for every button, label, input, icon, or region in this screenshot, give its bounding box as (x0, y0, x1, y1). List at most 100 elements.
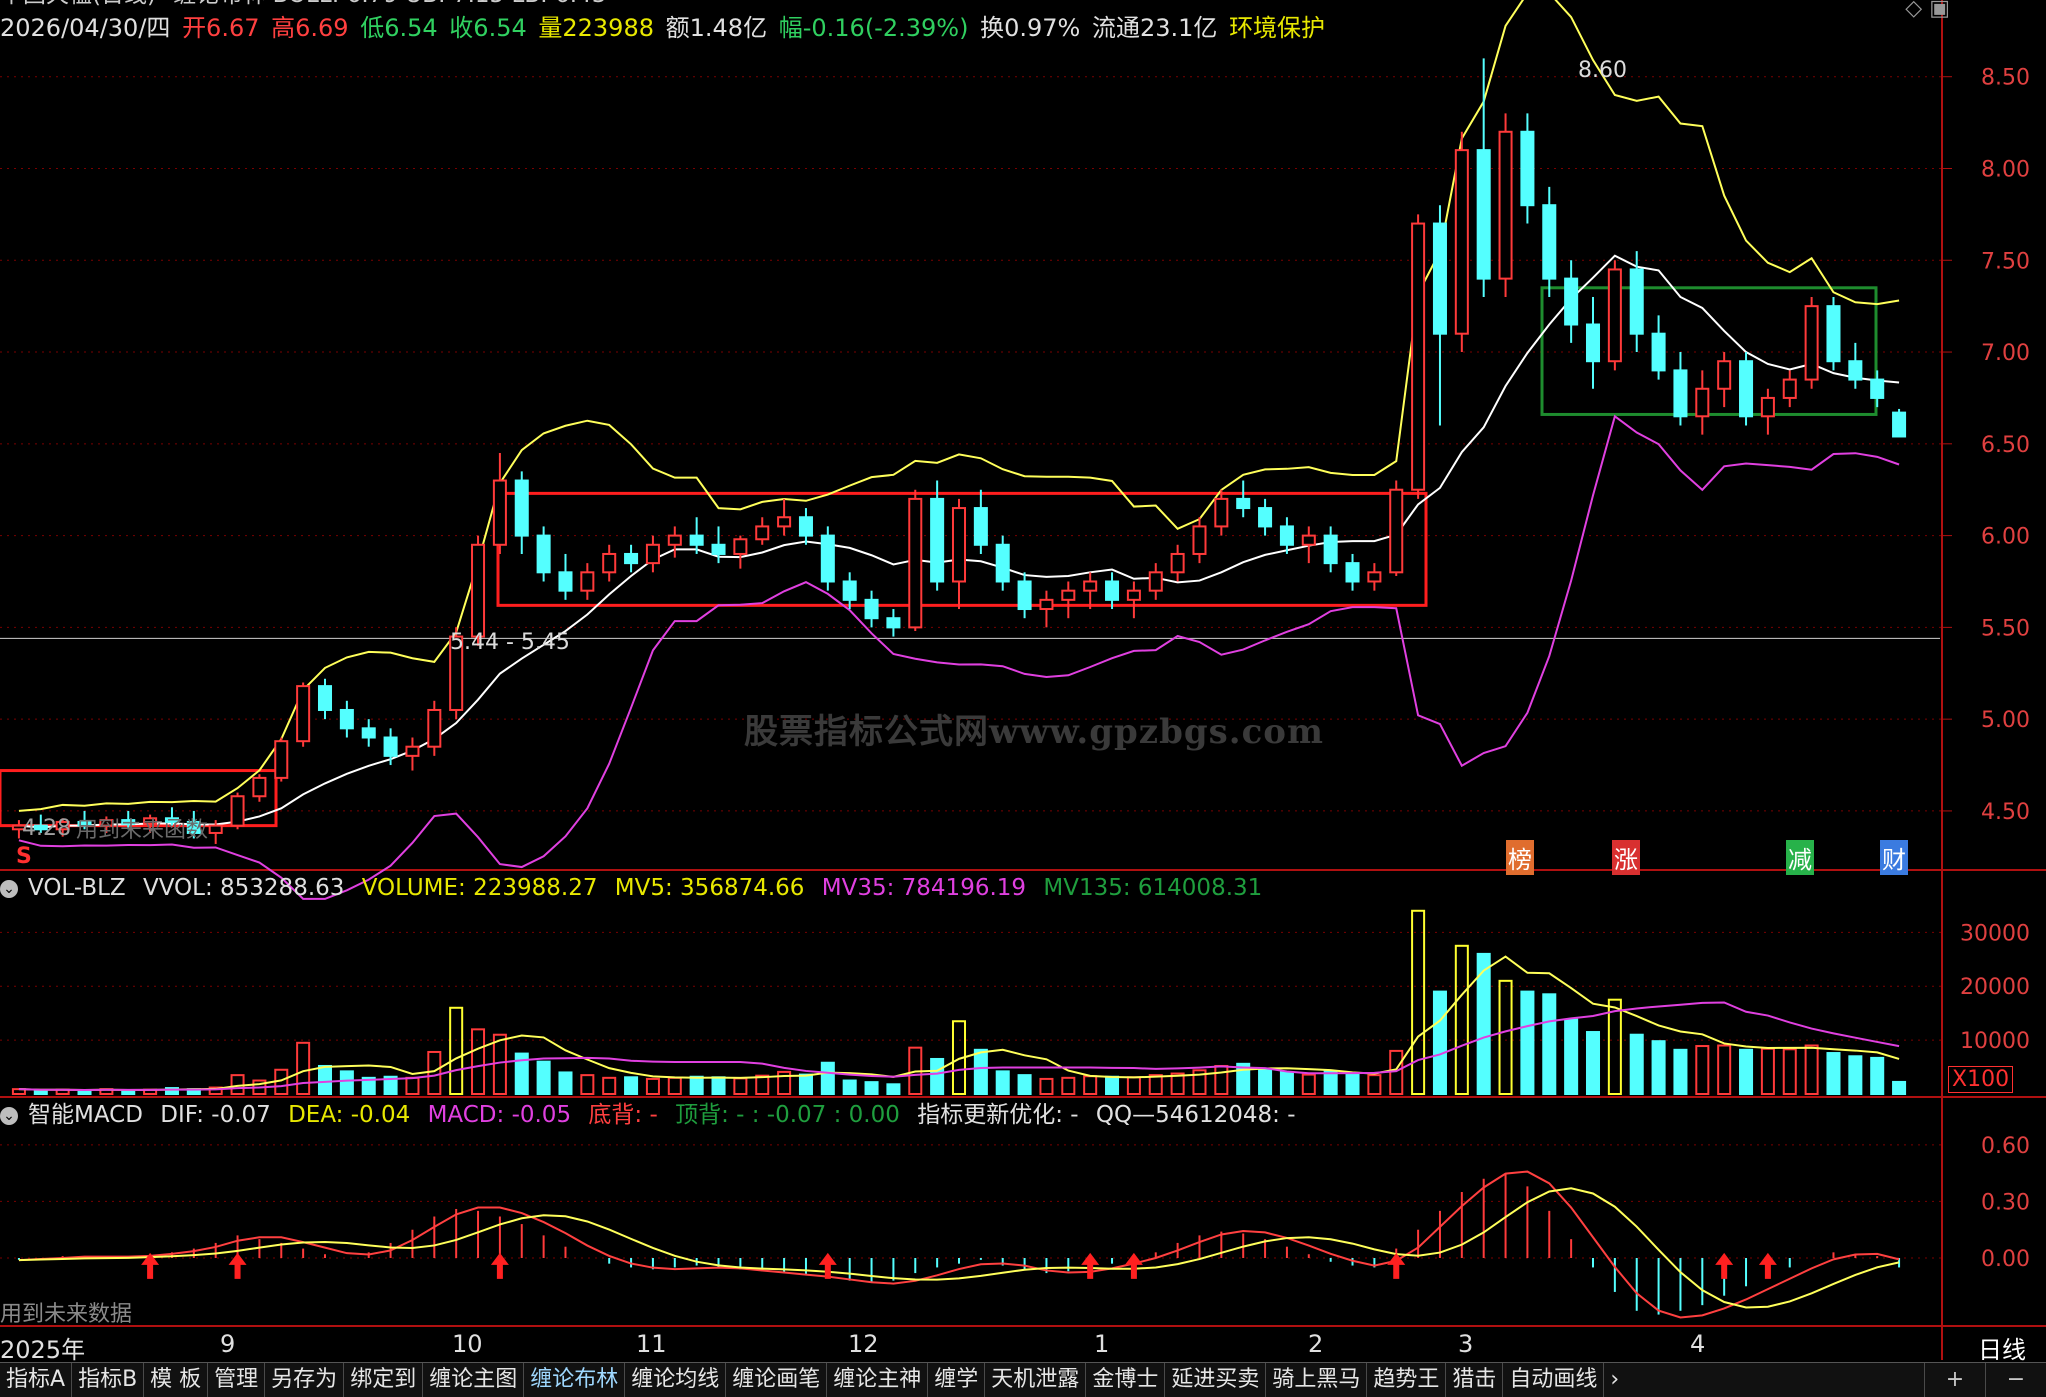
indicator-tab[interactable]: 绑定到 (344, 1363, 424, 1397)
indicator-tab[interactable]: 模 板 (144, 1363, 209, 1397)
volume-bar (930, 1057, 945, 1095)
buy-arrow-icon (818, 1252, 837, 1279)
price-axis-label: 6.50 (1981, 433, 2030, 458)
indicator-tab[interactable]: 骑上黑马 (1266, 1363, 1368, 1397)
candle-body (339, 708, 354, 730)
volume-bar (995, 1070, 1010, 1096)
volume-bar (1870, 1056, 1885, 1095)
candle-body (471, 543, 486, 638)
zoom-in-button[interactable]: + (1924, 1363, 1985, 1397)
indicator-tab[interactable]: 金博士 (1086, 1363, 1166, 1397)
candle-body (973, 507, 988, 546)
volume-bar (1258, 1067, 1273, 1096)
vol-vvol: VVOL: 853288.63 (142, 875, 345, 901)
candle-body (558, 571, 573, 592)
vol-axis-label: 10000 (1960, 1029, 2030, 1054)
date-tick: 1 (1094, 1330, 1110, 1358)
indicator-tab[interactable]: 指标B (72, 1363, 145, 1397)
volume-bar (1717, 1044, 1732, 1095)
vol-axis-label: 30000 (1960, 921, 2030, 946)
indicator-tab[interactable]: 管理 (208, 1363, 266, 1397)
macd-dif-line (18, 1170, 1900, 1319)
indicator-tab[interactable]: 趋势王 (1367, 1363, 1447, 1397)
volume-bar (1848, 1055, 1863, 1096)
title-line: 中国天楹(日线) 缠论布林 BOLL: 6.79 UB: 7.15 LB: 6.… (0, 0, 616, 10)
candle-body (1826, 305, 1841, 363)
candle-body (951, 507, 967, 583)
period-label[interactable]: 日线 (1978, 1330, 2026, 1365)
candle-body (667, 534, 682, 546)
vol-mv5: MV5: 356874.66 (614, 875, 805, 901)
indicator-tab-bar: 指标A 指标B 模 板管理 另存为 绑定到 缠论主图 缠论布林 缠论均线 缠论画笔 缠论主神 缠学天… (0, 1362, 2046, 1397)
candle-body (842, 580, 857, 601)
quote-header: 2026/04/30/四 开6.67 高6.69 低6.54 收6.54 量22… (0, 10, 1329, 46)
candle-body (1870, 378, 1885, 399)
volume-bar (1804, 1044, 1819, 1095)
indicator-tab[interactable]: 延进买卖 (1165, 1363, 1267, 1397)
indicator-tab[interactable]: 另存为 (265, 1363, 345, 1397)
macd-name: 智能MACD (28, 1102, 143, 1128)
volume-bar (1607, 998, 1622, 1096)
event-tag-jian[interactable]: 减 (1786, 840, 1814, 875)
candle-body (1236, 497, 1251, 510)
indicator-tab[interactable]: 缠论主图 (423, 1363, 525, 1397)
volume-bar (317, 1064, 333, 1096)
volume-bar (580, 1074, 595, 1096)
date-tick: 2025年 (0, 1336, 86, 1364)
indicator-tab[interactable]: 缠学 (928, 1363, 986, 1397)
indicator-tab[interactable]: 缠论均线 (625, 1363, 727, 1397)
candle-body (580, 571, 595, 592)
volume-bar (1323, 1070, 1338, 1096)
volume-bar (689, 1075, 704, 1096)
indicator-tab[interactable]: 缠论主神 (827, 1363, 929, 1397)
candle-body (1607, 268, 1622, 363)
price-axis-label: 8.00 (1981, 157, 2030, 182)
event-tag-zhang[interactable]: 涨 (1612, 840, 1640, 875)
indicator-tab[interactable]: 缠论布林 (524, 1363, 626, 1397)
volume-bar (492, 1033, 507, 1095)
event-tag-cai[interactable]: 财 (1880, 840, 1908, 875)
tabs-scroll-right-icon[interactable]: › (1604, 1363, 1625, 1397)
volume-bar (1148, 1074, 1163, 1096)
zoom-out-button[interactable]: − (1985, 1363, 2046, 1397)
collapse-icon[interactable]: ⌄ (0, 879, 18, 898)
event-tag-bang[interactable]: 榜 (1506, 840, 1534, 875)
zoom-controls: + − (1924, 1363, 2046, 1397)
macd-axis-label: 0.60 (1981, 1134, 2030, 1159)
volume-bar (1520, 990, 1535, 1095)
candle-body (1585, 323, 1601, 363)
candle-body (1039, 598, 1054, 611)
candle-body (1739, 360, 1754, 418)
macd-indicator-line: ⌄ 智能MACD DIF: -0.07 DEA: -0.04 MACD: -0.0… (0, 1100, 1306, 1130)
candle-body (427, 708, 442, 748)
header-change: 幅-0.16(-2.39%) (778, 14, 969, 42)
stock-title: 中国天楹(日线) (0, 0, 156, 8)
candle-body (296, 685, 311, 743)
indicator-tab[interactable]: 猎击 (1446, 1363, 1504, 1397)
collapse-icon[interactable]: ⌄ (0, 1106, 18, 1125)
candle-body (1105, 580, 1120, 601)
range-label: 5.44 - 5.45 (450, 630, 570, 655)
volume-bar (471, 1028, 486, 1096)
indicator-tab[interactable]: 指标A (0, 1363, 73, 1397)
candle-body (514, 479, 529, 537)
price-axis-label: 5.50 (1981, 616, 2030, 641)
sell-mark: S (16, 844, 32, 869)
window-controls[interactable]: ◇ ▣ (1905, 0, 1950, 21)
stock-chart[interactable]: 8.50 8.00 7.50 7.00 6.50 6.00 5.50 5.00 4.50 3000… (0, 0, 2046, 1396)
volume-bar (427, 1050, 442, 1096)
indicator-tab[interactable]: 天机泄露 (985, 1363, 1087, 1397)
buy-arrow-icon (1758, 1252, 1777, 1279)
candle-body (361, 727, 376, 739)
volume-bar (798, 1073, 813, 1095)
candle-body (1301, 534, 1316, 546)
candle-body (777, 516, 792, 528)
volume-bar (1651, 1040, 1666, 1095)
header-open: 开6.67 (182, 14, 260, 42)
date-axis: 2025年 9 10 11 12 1 2 3 4 (0, 1326, 2046, 1364)
volume-bar (405, 1076, 420, 1096)
indicator-tab[interactable]: 自动画线 (1503, 1363, 1605, 1397)
macd-bottom: 底背: - (588, 1102, 658, 1128)
candle-body (1542, 204, 1557, 280)
indicator-tab[interactable]: 缠论画笔 (726, 1363, 828, 1397)
